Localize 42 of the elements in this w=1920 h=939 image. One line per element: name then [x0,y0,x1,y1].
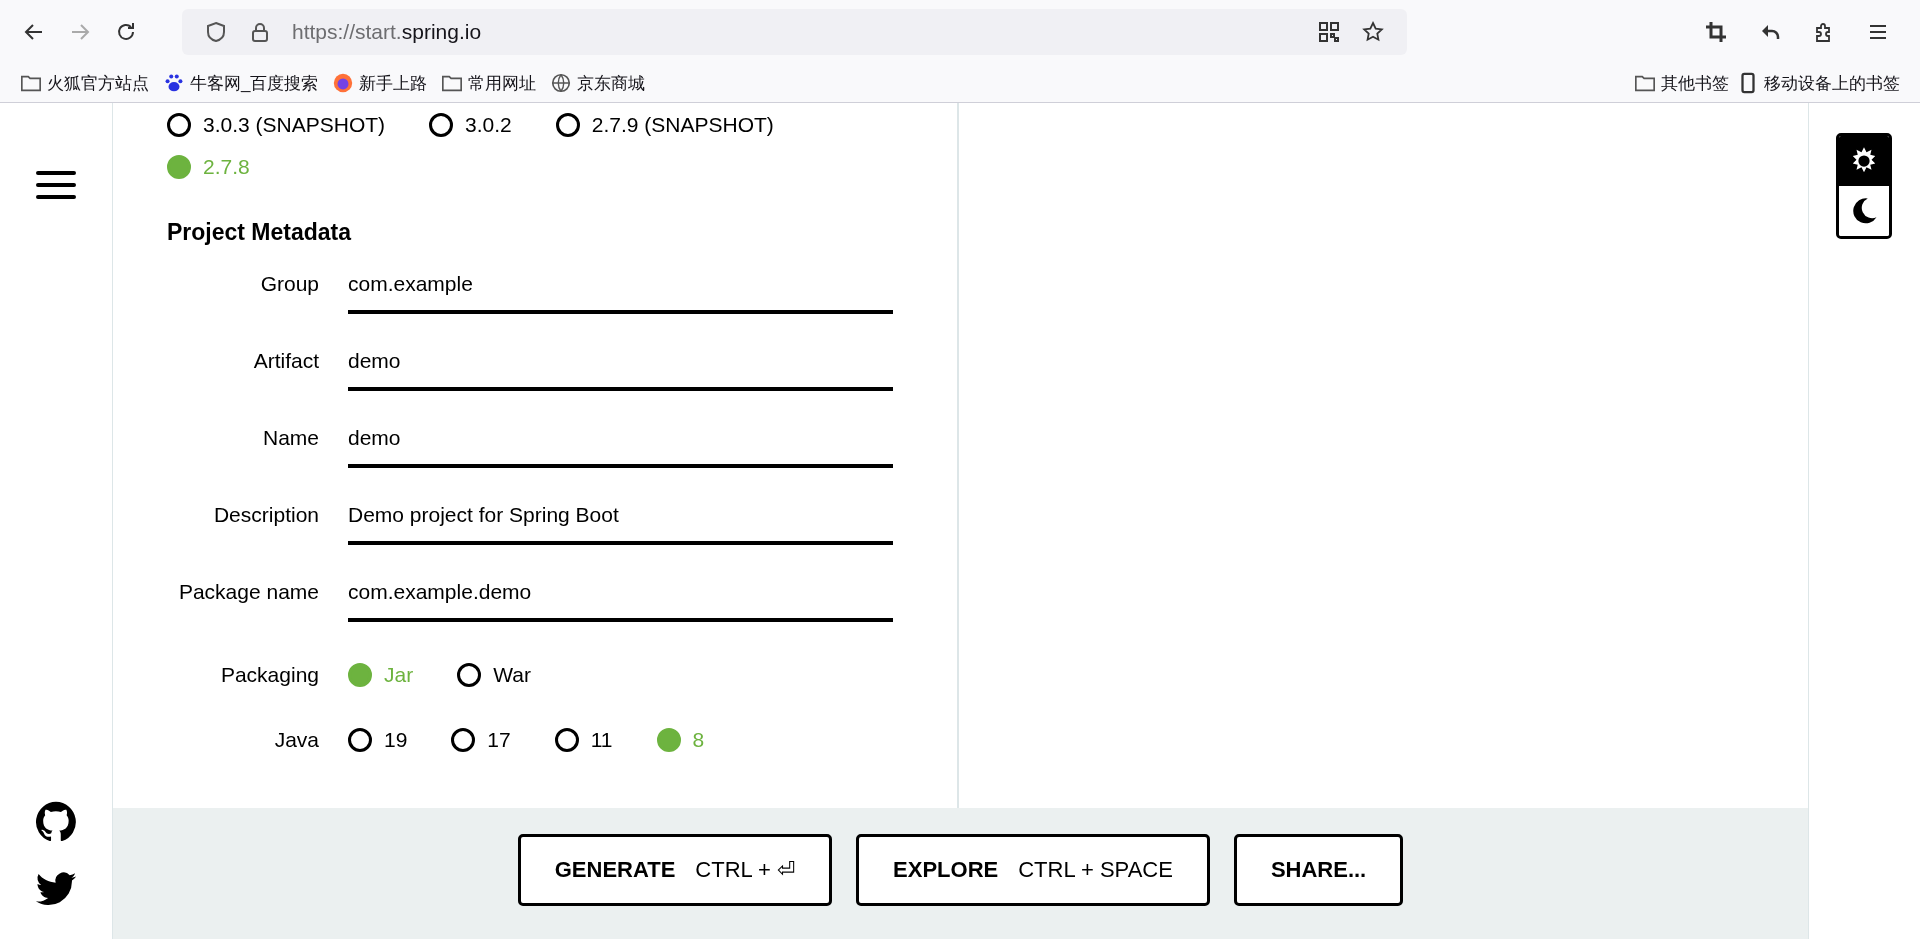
bookmark[interactable]: 移动设备上的书签 [1737,71,1900,95]
menu-icon[interactable] [36,170,76,200]
action-button[interactable]: GENERATE CTRL + ⏎ [517,833,833,906]
bookmark[interactable]: 火狐官方站点 [20,71,149,95]
field-label: Packaging [219,662,319,687]
field-label: Name [261,425,319,451]
field-label: Group [259,271,319,297]
input-field[interactable]: Demo project for Spring Boot [348,495,893,545]
fox-globe-icon [332,72,355,94]
shield-icon[interactable] [204,20,228,44]
field-label: Description [212,502,319,528]
field-label: Java [273,727,319,752]
field-label: Package name [177,579,319,605]
option-radio[interactable]: 17 [451,728,511,752]
qr-code-icon[interactable] [1317,20,1341,44]
bookmark[interactable]: 其他书签 [1634,71,1729,95]
input-field[interactable]: demo [348,341,893,391]
star-icon[interactable] [1361,20,1385,44]
crop-icon[interactable] [1704,20,1728,44]
action-button[interactable]: EXPLORE CTRL + SPACE [856,833,1210,906]
section-heading: Project Metadata [167,219,353,246]
input-field[interactable]: com.example.demo [348,572,893,622]
url-text: https://start.spring.io [292,20,482,44]
version-radio[interactable]: 2.7.9 (SNAPSHOT) [555,113,774,137]
theme-toggle[interactable] [1836,133,1892,239]
github-icon[interactable] [34,800,78,844]
action-button[interactable]: SHARE... [1233,833,1404,906]
option-radio[interactable]: War [457,663,531,687]
version-radio[interactable]: 3.0.2 [429,113,512,137]
field-label: Artifact [252,348,319,374]
input-field[interactable]: demo [348,418,893,468]
bookmark[interactable]: 牛客网_百度搜索 [163,71,319,95]
version-radio[interactable]: 3.0.3 (SNAPSHOT) [167,113,386,137]
paw-icon [163,72,185,94]
option-radio[interactable]: 11 [554,728,613,752]
bookmark[interactable]: 常用网址 [441,71,537,95]
input-field[interactable]: com.example [348,264,893,314]
bookmark[interactable]: 京东商城 [550,71,646,95]
option-radio[interactable]: 19 [348,728,408,752]
globe-icon [550,72,573,94]
address-bar[interactable]: https://start.spring.io [182,9,1407,55]
bookmark[interactable]: 新手上路 [332,71,428,95]
